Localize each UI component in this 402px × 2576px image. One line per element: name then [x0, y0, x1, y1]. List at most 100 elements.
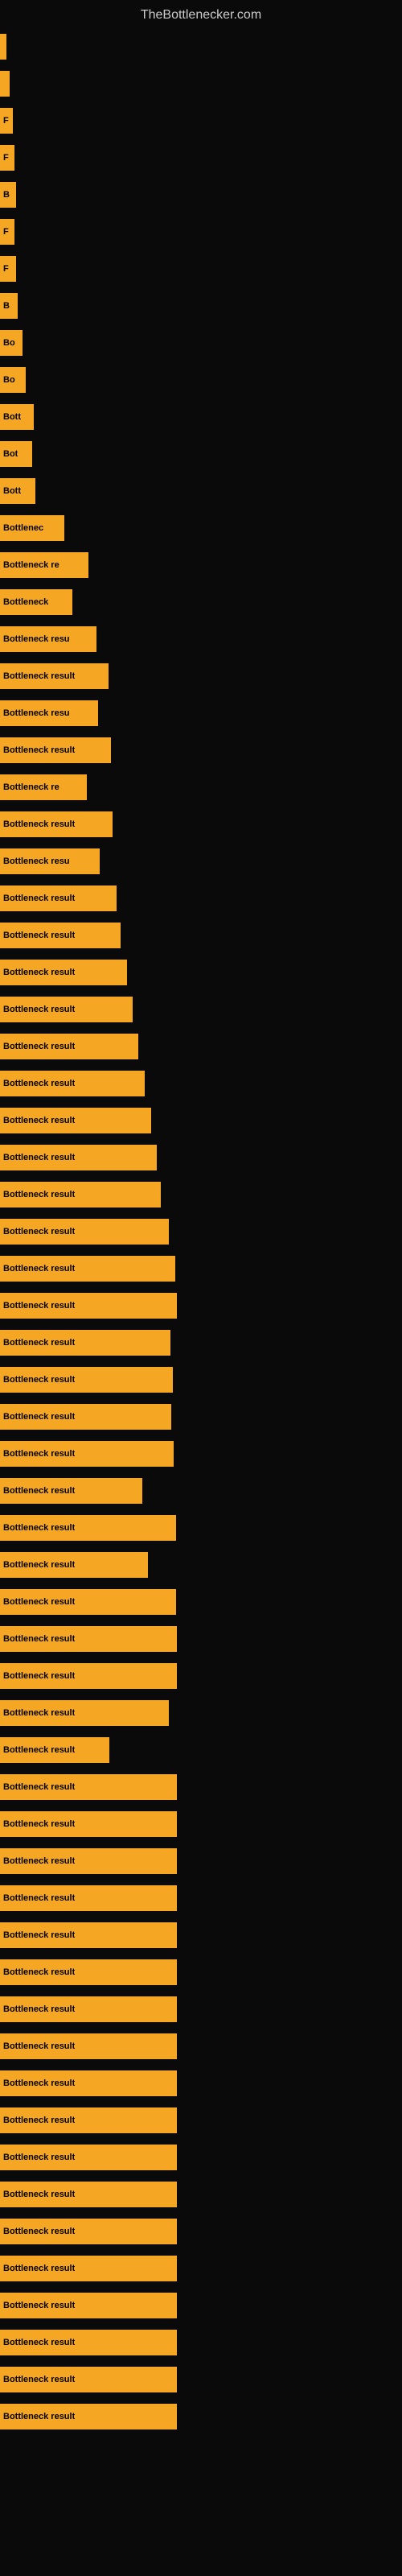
bar-item: [0, 71, 10, 97]
bar-row: Bottleneck result: [0, 881, 402, 916]
bar-item: Bottleneck result: [0, 2182, 177, 2207]
bar-label: Bottleneck resu: [3, 708, 70, 718]
site-title-text: TheBottlenecker.com: [0, 0, 402, 29]
bar-label: Bottleneck result: [3, 2153, 75, 2162]
bar-item: [0, 34, 6, 60]
bar-row: Bottleneck result: [0, 1362, 402, 1397]
bar-row: Bottleneck result: [0, 1658, 402, 1694]
bar-item: Bottleneck result: [0, 2070, 177, 2096]
bar-item: Bott: [0, 404, 34, 430]
bar-label: Bottleneck result: [3, 931, 75, 940]
bar-item: Bottleneck result: [0, 1996, 177, 2022]
bar-row: Bottleneck: [0, 584, 402, 620]
bar-item: Bottleneck result: [0, 1293, 177, 1319]
bar-item: Bottleneck result: [0, 1515, 176, 1541]
bar-item: Bottleneck resu: [0, 700, 98, 726]
bar-label: Bottleneck result: [3, 1190, 75, 1199]
bar-label: Bottleneck result: [3, 1338, 75, 1348]
bar-item: Bottleneck result: [0, 1256, 175, 1282]
bar-label: Bottleneck result: [3, 2375, 75, 2384]
bar-label: Bottleneck result: [3, 2116, 75, 2125]
bar-row: Bottleneck result: [0, 2288, 402, 2323]
bar-row: Bottleneck result: [0, 1473, 402, 1509]
bar-label: Bottleneck result: [3, 2264, 75, 2273]
bar-label: Bottleneck result: [3, 1708, 75, 1718]
bar-row: B: [0, 177, 402, 213]
bars-container: FFBFFBBoBoBottBotBottBottlenecBottleneck…: [0, 29, 402, 2452]
bar-label: Bottleneck result: [3, 1819, 75, 1829]
bar-item: Bottleneck resu: [0, 848, 100, 874]
bar-label: Bottleneck result: [3, 2412, 75, 2421]
bar-item: Bottleneck result: [0, 1700, 169, 1726]
bar-row: Bott: [0, 399, 402, 435]
bar-item: Bottleneck result: [0, 2033, 177, 2059]
bar-label: Bottleneck result: [3, 1005, 75, 1014]
bar-label: Bottleneck resu: [3, 857, 70, 866]
bar-item: Bottleneck result: [0, 811, 113, 837]
bar-row: Bottleneck result: [0, 1436, 402, 1472]
bar-row: Bottleneck result: [0, 1584, 402, 1620]
bar-label: F: [3, 153, 9, 163]
bar-item: Bottleneck result: [0, 1774, 177, 1800]
bar-row: Bottleneck result: [0, 1695, 402, 1731]
bar-row: Bottleneck result: [0, 1806, 402, 1842]
bar-item: Bottleneck result: [0, 2330, 177, 2355]
bar-row: Bottleneck result: [0, 1288, 402, 1323]
bar-item: Bottleneck result: [0, 2256, 177, 2281]
bar-row: Bottleneck resu: [0, 696, 402, 731]
bar-item: F: [0, 256, 16, 282]
bar-label: Bottleneck result: [3, 2190, 75, 2199]
bar-row: Bottleneck result: [0, 807, 402, 842]
bar-item: Bottleneck result: [0, 1145, 157, 1170]
bar-label: Bottleneck result: [3, 1153, 75, 1162]
bar-row: Bottleneck result: [0, 2103, 402, 2138]
bar-row: Bo: [0, 362, 402, 398]
bar-row: Bottleneck result: [0, 1510, 402, 1546]
bar-item: Bottleneck result: [0, 1552, 148, 1578]
bar-label: Bottleneck result: [3, 671, 75, 681]
bar-label: Bottleneck result: [3, 894, 75, 903]
bar-label: Bottleneck result: [3, 1079, 75, 1088]
bar-label: Bottleneck result: [3, 968, 75, 977]
bar-item: Bottlenec: [0, 515, 64, 541]
bar-label: Bottleneck result: [3, 1597, 75, 1607]
bar-row: Bottleneck result: [0, 1399, 402, 1435]
bar-label: B: [3, 301, 10, 311]
bar-row: F: [0, 251, 402, 287]
bar-item: F: [0, 145, 14, 171]
bar-label: Bottleneck result: [3, 1042, 75, 1051]
bar-item: Bottleneck result: [0, 1182, 161, 1208]
bar-item: Bottleneck result: [0, 1034, 138, 1059]
bar-label: Bottleneck result: [3, 2079, 75, 2088]
bar-label: Bott: [3, 412, 21, 422]
bar-row: F: [0, 140, 402, 175]
bar-row: Bottleneck result: [0, 1177, 402, 1212]
bar-row: Bottleneck result: [0, 1992, 402, 2027]
bar-row: Bottleneck result: [0, 1140, 402, 1175]
bar-row: Bott: [0, 473, 402, 509]
bar-row: F: [0, 103, 402, 138]
bar-row: Bottleneck result: [0, 1880, 402, 1916]
bar-row: Bottleneck result: [0, 1918, 402, 1953]
bar-item: Bottleneck result: [0, 997, 133, 1022]
bar-row: Bottleneck result: [0, 1066, 402, 1101]
bar-label: Bottleneck result: [3, 1486, 75, 1496]
bar-row: Bottleneck result: [0, 1214, 402, 1249]
bar-item: Bottleneck result: [0, 1848, 177, 1874]
bar-item: F: [0, 108, 13, 134]
bar-item: Bottleneck result: [0, 2107, 177, 2133]
bar-label: F: [3, 116, 9, 126]
bar-item: Bottleneck result: [0, 1626, 177, 1652]
bar-item: Bottleneck result: [0, 1219, 169, 1245]
bar-row: Bottleneck result: [0, 1732, 402, 1768]
bar-item: Bottleneck result: [0, 1885, 177, 1911]
bar-label: Bottleneck result: [3, 1930, 75, 1940]
bar-label: Bottleneck resu: [3, 634, 70, 644]
bar-item: Bottleneck result: [0, 2145, 177, 2170]
bar-item: Bo: [0, 367, 26, 393]
bar-row: Bottlenec: [0, 510, 402, 546]
bar-item: Bottleneck result: [0, 2404, 177, 2429]
bar-row: Bottleneck resu: [0, 844, 402, 879]
bar-item: Bottleneck result: [0, 1367, 173, 1393]
bar-label: Bottleneck result: [3, 745, 75, 755]
